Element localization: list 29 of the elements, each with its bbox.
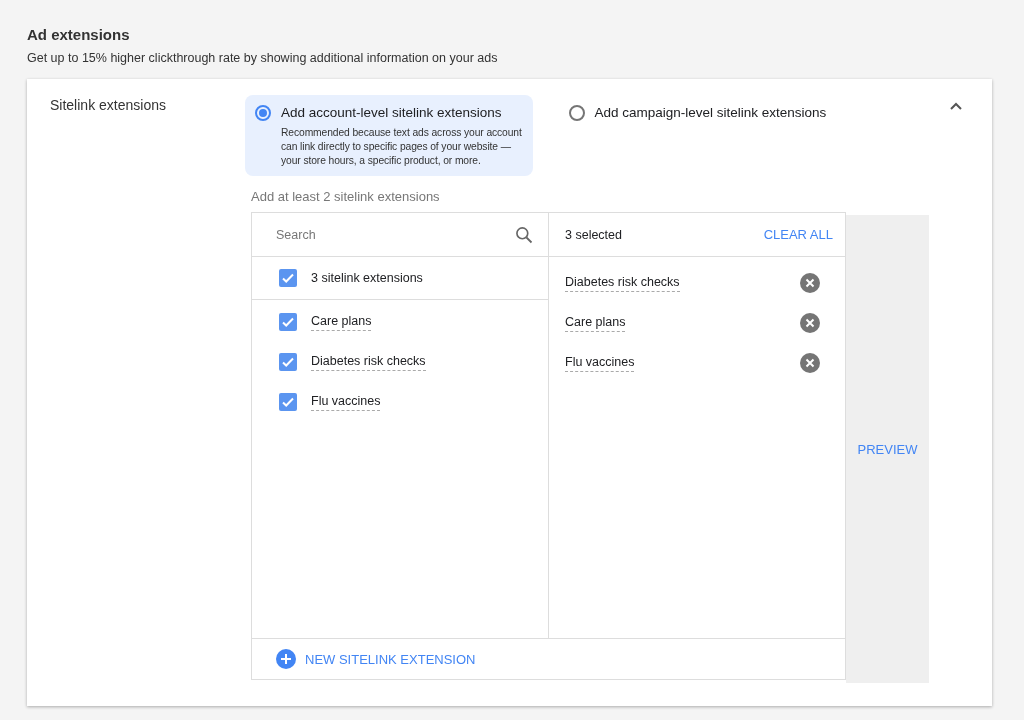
section-subtitle: Get up to 15% higher clickthrough rate by showing additional information on your ads — [27, 51, 499, 65]
hint-text: Add at least 2 sitelink extensions — [251, 189, 441, 204]
selected-count: 3 selected — [565, 227, 622, 242]
radio-icon — [255, 105, 271, 121]
preview-button[interactable]: PREVIEW — [857, 441, 918, 457]
checkbox[interactable] — [279, 313, 297, 331]
selected-sitelink: Diabetes risk checks — [565, 274, 680, 292]
checkbox[interactable] — [279, 353, 297, 371]
select-all-label: 3 sitelink extensions — [311, 271, 423, 285]
sitelink-name: Care plans — [311, 313, 372, 331]
radio-option[interactable]: Add account-level sitelink extensions Recommended because text ads across your account can link directly to specific pages of your website — your store hours, a specific product, or more. — [245, 95, 533, 176]
sitelink-name: Flu vaccines — [311, 393, 381, 411]
checkbox[interactable] — [279, 269, 297, 287]
section-title: Ad extensions — [27, 26, 131, 43]
search-icon[interactable] — [514, 224, 534, 245]
selected-sitelink: Flu vaccines — [565, 354, 635, 372]
sitelink-name: Diabetes risk checks — [311, 353, 426, 371]
radio-icon — [568, 105, 585, 121]
checkbox[interactable] — [279, 393, 297, 411]
plus-icon — [276, 649, 296, 669]
panel-label: Sitelink extensions — [50, 96, 167, 115]
radio-option[interactable]: Add campaign-level sitelink extensions — [558, 95, 846, 176]
selected-sitelink: Care plans — [565, 314, 626, 332]
remove-icon[interactable] — [800, 313, 820, 333]
remove-icon[interactable] — [800, 273, 820, 293]
collapse-icon[interactable] — [949, 102, 963, 111]
clear-all-button[interactable]: CLEAR ALL — [763, 227, 833, 242]
remove-icon[interactable] — [800, 353, 820, 373]
new-sitelink-button[interactable]: NEW SITELINK EXTENSION — [276, 649, 476, 669]
